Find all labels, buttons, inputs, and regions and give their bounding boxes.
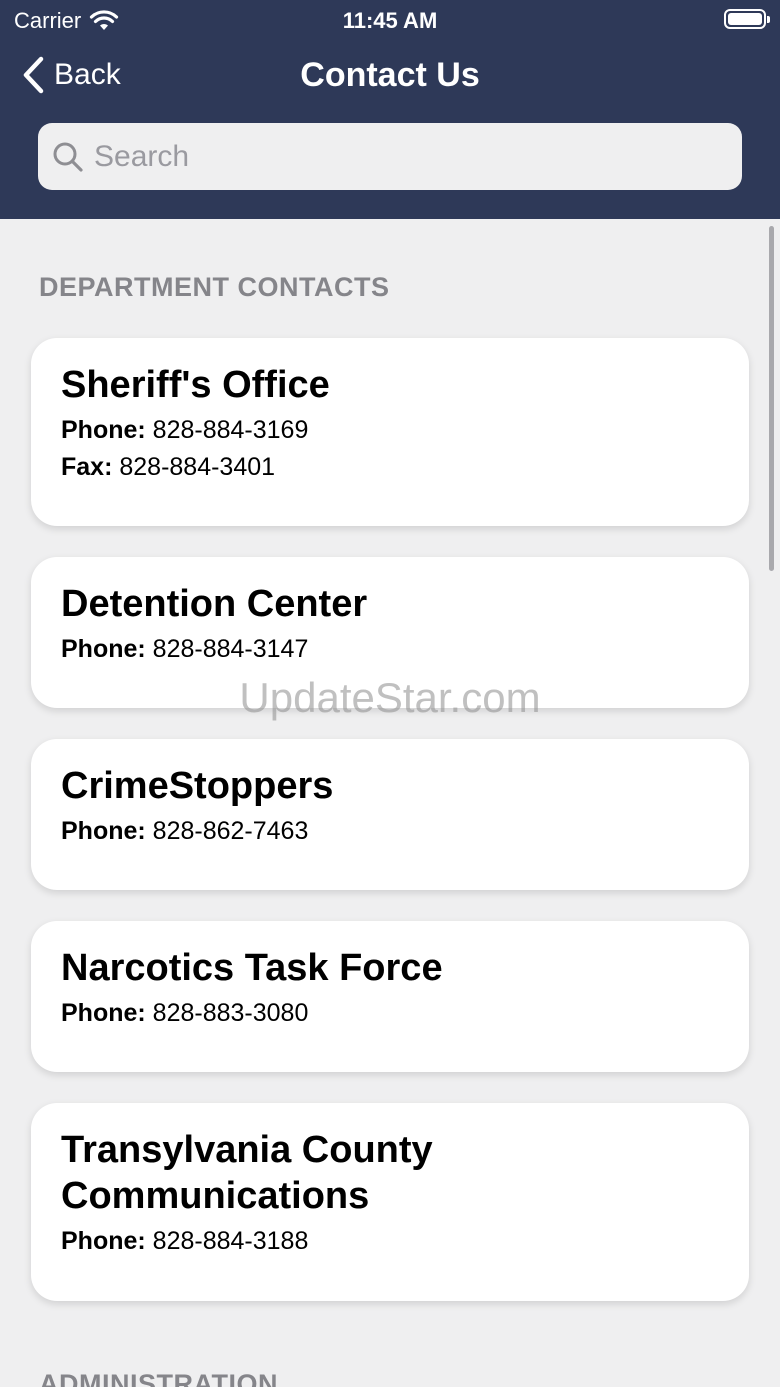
contact-phone[interactable]: Phone: 828-884-3169 xyxy=(61,416,719,445)
page-title: Contact Us xyxy=(300,56,480,94)
battery-icon xyxy=(724,9,770,29)
phone-number[interactable]: 828-884-3188 xyxy=(153,1227,309,1255)
contact-name: Narcotics Task Force xyxy=(61,947,443,989)
contact-name: Sheriff's Office xyxy=(61,364,330,406)
search-bar[interactable] xyxy=(38,123,742,190)
fax-number: 828-884-3401 xyxy=(119,453,276,481)
section-title-administration: ADMINISTRATION xyxy=(39,1369,278,1387)
phone-number[interactable]: 828-884-3169 xyxy=(153,416,309,444)
phone-label: Phone: xyxy=(61,416,146,444)
phone-number[interactable]: 828-883-3080 xyxy=(153,999,309,1027)
contact-phone[interactable]: Phone: 828-862-7463 xyxy=(61,817,719,846)
contact-card-sheriffs-office[interactable]: Sheriff's Office Phone: 828-884-3169 Fax… xyxy=(31,338,749,526)
phone-label: Phone: xyxy=(61,817,146,845)
phone-number[interactable]: 828-884-3147 xyxy=(153,635,309,663)
phone-label: Phone: xyxy=(61,635,146,663)
scrollbar[interactable] xyxy=(769,226,774,571)
contact-name: Detention Center xyxy=(61,583,368,625)
contact-card-crimestoppers[interactable]: CrimeStoppers Phone: 828-862-7463 xyxy=(31,739,749,890)
contact-name: Transylvania County Communications xyxy=(61,1129,433,1217)
phone-label: Phone: xyxy=(61,1227,146,1255)
watermark: UpdateStar.com xyxy=(239,674,541,721)
contact-fax: Fax: 828-884-3401 xyxy=(61,453,719,482)
phone-number[interactable]: 828-862-7463 xyxy=(153,817,309,845)
fax-label: Fax: xyxy=(61,453,113,481)
contact-card-narcotics-task-force[interactable]: Narcotics Task Force Phone: 828-883-3080 xyxy=(31,921,749,1072)
header: Carrier 11:45 AM Back Contact Us xyxy=(0,0,780,219)
navigation-bar: Back Contact Us xyxy=(0,48,780,108)
clock: 11:45 AM xyxy=(342,8,438,33)
contact-phone[interactable]: Phone: 828-884-3188 xyxy=(61,1227,719,1256)
contact-card-transylvania-county-communications[interactable]: Transylvania County Communications Phone… xyxy=(31,1103,749,1301)
contact-phone[interactable]: Phone: 828-884-3147 xyxy=(61,635,719,664)
contact-name: CrimeStoppers xyxy=(61,765,334,807)
section-title-department-contacts: DEPARTMENT CONTACTS xyxy=(39,272,390,302)
phone-label: Phone: xyxy=(61,999,146,1027)
search-icon xyxy=(53,142,83,172)
contact-list[interactable]: DEPARTMENT CONTACTS Sheriff's Office Pho… xyxy=(0,219,780,1387)
search-input[interactable] xyxy=(94,139,694,174)
contact-phone[interactable]: Phone: 828-883-3080 xyxy=(61,999,719,1028)
status-bar: Carrier 11:45 AM xyxy=(0,0,780,40)
